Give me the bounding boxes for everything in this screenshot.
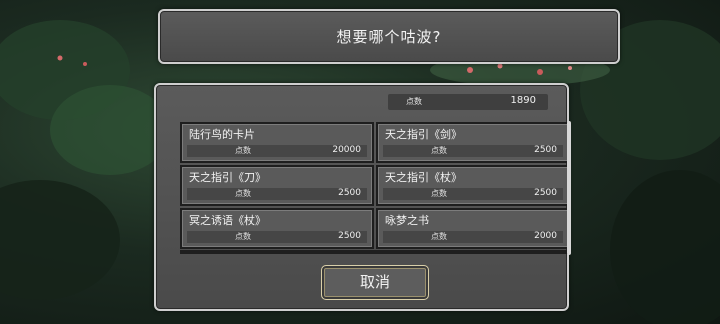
item-name: 天之指引《杖》 xyxy=(385,171,462,184)
item-cost-label: 点数 xyxy=(431,189,447,198)
item-name: 咏梦之书 xyxy=(385,214,429,227)
item-cost-bar: 点数 2000 xyxy=(383,231,563,243)
item-card[interactable]: 天之指引《刀》 点数 2500 xyxy=(180,165,374,206)
item-cost-value: 2500 xyxy=(534,145,557,155)
dialog-title: 想要哪个咕波? xyxy=(336,28,442,46)
item-card[interactable]: 天之指引《剑》 点数 2500 xyxy=(376,122,570,163)
item-card[interactable]: 冥之诱语《杖》 点数 2500 xyxy=(180,208,374,249)
item-cost-bar: 点数 2500 xyxy=(383,188,563,200)
item-name: 冥之诱语《杖》 xyxy=(189,214,266,227)
item-cost-value: 2000 xyxy=(534,231,557,241)
item-cost-bar: 点数 20000 xyxy=(187,145,367,157)
item-cost-label: 点数 xyxy=(431,232,447,241)
item-card[interactable]: 咏梦之书 点数 2000 xyxy=(376,208,570,249)
list-scrollbar[interactable] xyxy=(567,121,571,255)
item-cost-bar: 点数 2500 xyxy=(187,231,367,243)
item-card[interactable]: 天之指引《杖》 点数 2500 xyxy=(376,165,570,206)
item-name: 天之指引《剑》 xyxy=(385,128,462,141)
points-label: 点数 xyxy=(406,97,422,106)
item-cost-label: 点数 xyxy=(235,232,251,241)
item-card[interactable]: 陆行鸟的卡片 点数 20000 xyxy=(180,122,374,163)
item-cost-bar: 点数 2500 xyxy=(383,145,563,157)
points-value: 1890 xyxy=(510,95,536,106)
question-panel: 想要哪个咕波? xyxy=(158,9,620,64)
item-cost-label: 点数 xyxy=(235,189,251,198)
item-cost-bar: 点数 2500 xyxy=(187,188,367,200)
item-cost-label: 点数 xyxy=(431,146,447,155)
item-cost-label: 点数 xyxy=(235,146,251,155)
cancel-button[interactable]: 取消 xyxy=(321,265,429,300)
item-name: 陆行鸟的卡片 xyxy=(189,128,255,141)
item-cost-value: 2500 xyxy=(338,188,361,198)
item-cost-value: 2500 xyxy=(338,231,361,241)
points-balance: 点数 1890 xyxy=(388,94,548,110)
next-row-edge xyxy=(180,250,570,254)
item-cost-value: 20000 xyxy=(332,145,361,155)
item-list-panel: 点数 1890 陆行鸟的卡片 点数 20000 天之指引《剑》 点数 2500 … xyxy=(154,83,571,311)
item-name: 天之指引《刀》 xyxy=(189,171,266,184)
item-cost-value: 2500 xyxy=(534,188,557,198)
